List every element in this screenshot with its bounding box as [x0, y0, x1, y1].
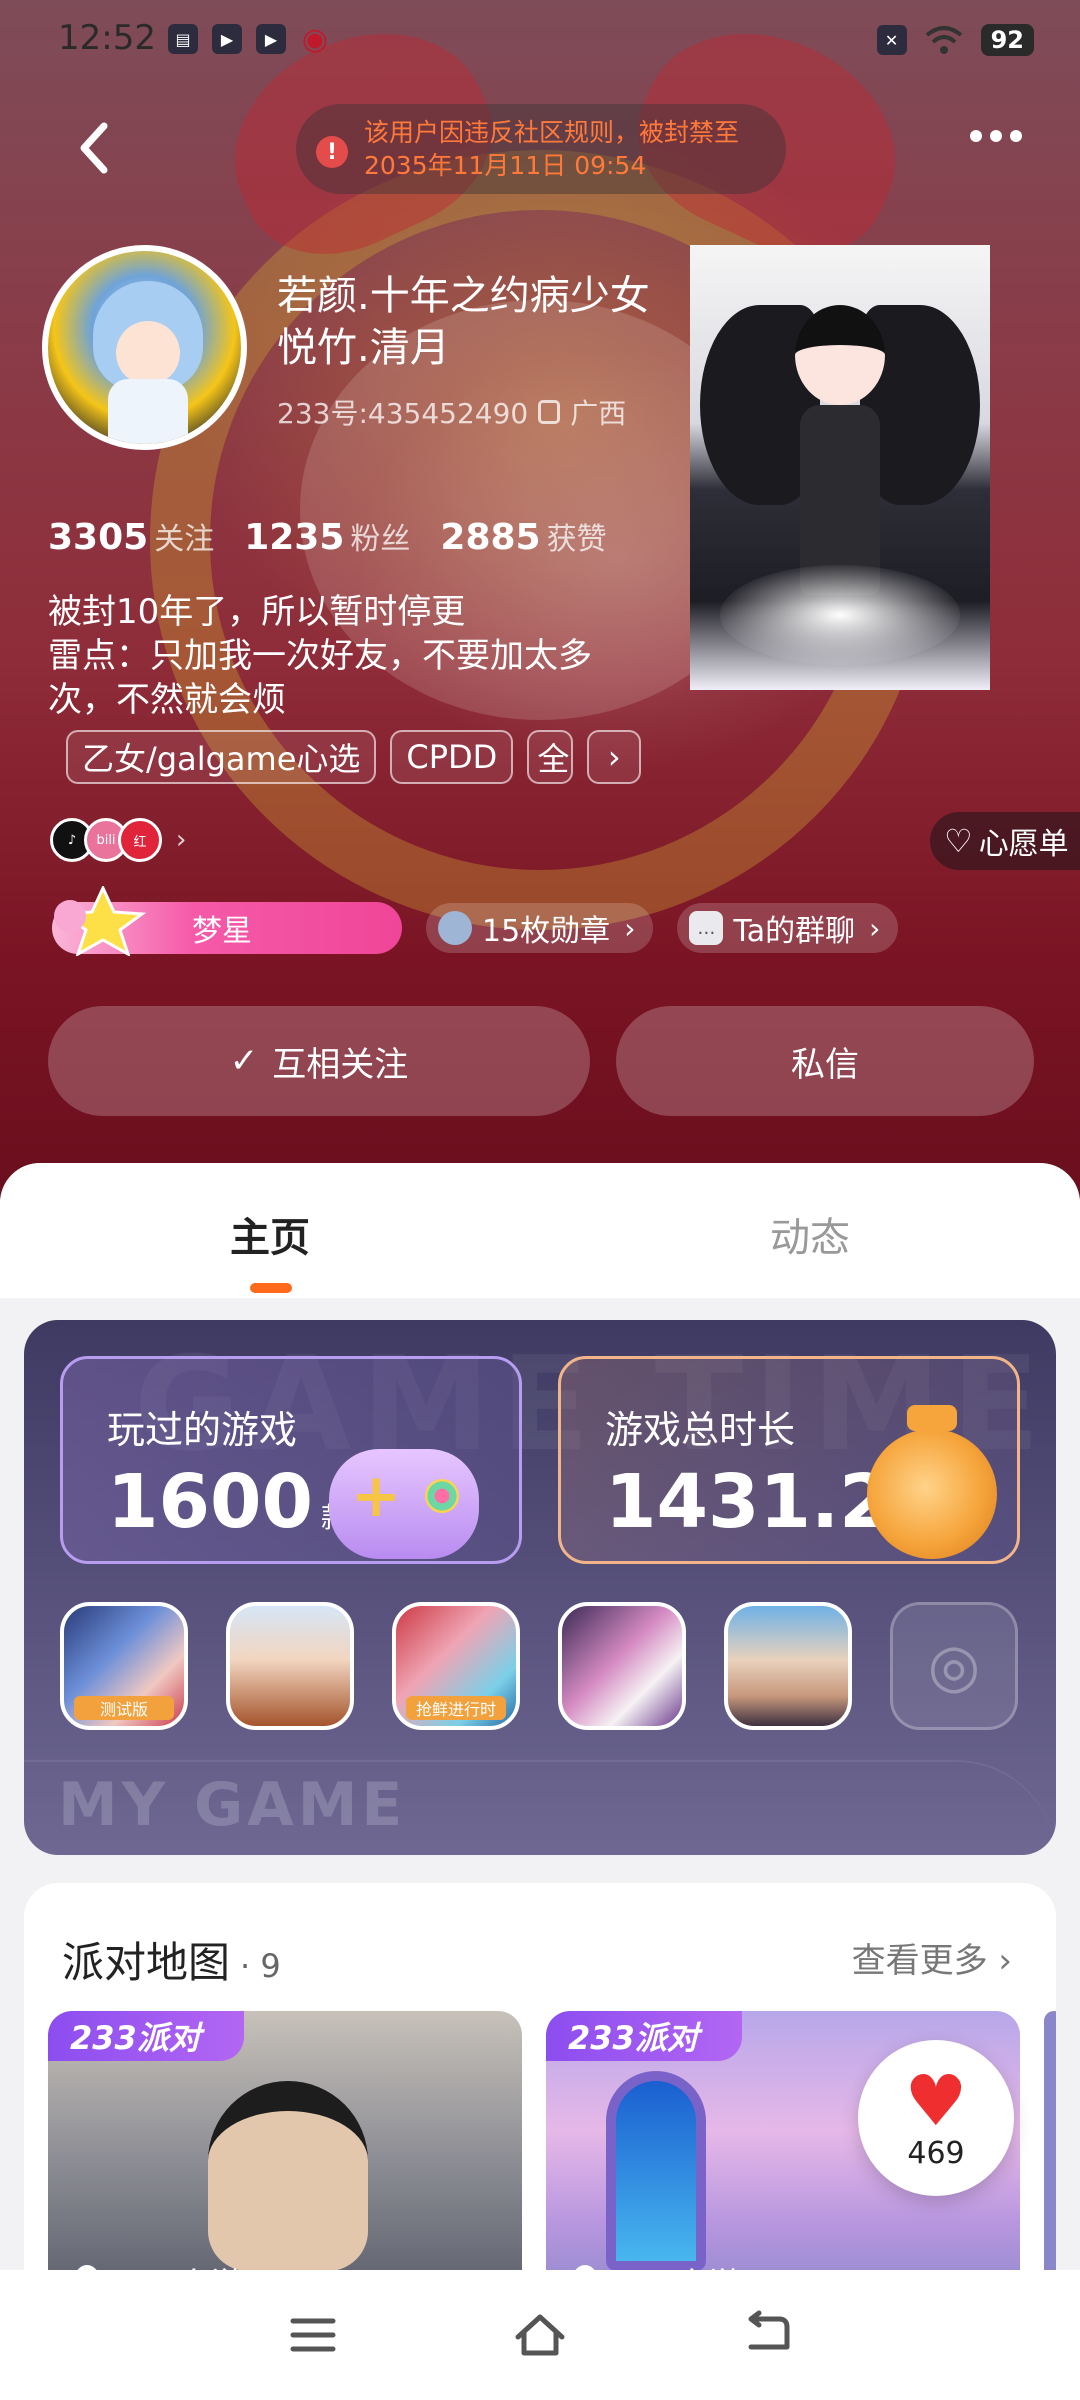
- content-sheet: 主页 动态 GAME TIME 玩过的游戏 1600款 游戏总时长 1431.2…: [0, 1163, 1080, 2400]
- profile-name: 若颜.十年之约病少女悦竹.清月: [277, 273, 650, 371]
- dream-star-badge[interactable]: 梦星: [52, 886, 402, 956]
- copy-icon[interactable]: [538, 400, 561, 424]
- party-badge: 233派对: [546, 2011, 742, 2061]
- heart-icon: ♥: [904, 2059, 968, 2142]
- user-id[interactable]: 233号:435452490 广西: [277, 392, 626, 432]
- weibo-icon: ◉: [301, 21, 329, 57]
- ban-notice: ! 该用户因违反社区规则，被封禁至 2035年11月11日 09:54: [296, 104, 786, 194]
- ban-notice-date: 2035年11月11日 09:54: [364, 151, 647, 180]
- party-map-card[interactable]: 233派对 165人游玩: [48, 2011, 522, 2311]
- chevron-right-icon: ›: [624, 911, 636, 945]
- chevron-right-icon: ›: [869, 911, 881, 945]
- tag-item[interactable]: 全: [527, 730, 574, 784]
- profile-tags: 乙女/galgame心选 CPDD 全 ›: [66, 730, 642, 784]
- medal-icon: [438, 911, 472, 945]
- tab-feed[interactable]: 动态: [540, 1163, 1080, 1298]
- message-button[interactable]: 私信: [616, 1006, 1034, 1116]
- more-options-button[interactable]: [970, 130, 1022, 142]
- profile-bio: 被封10年了，所以暂时停更 雷点：只加我一次好友，不要加太多次，不然就会烦: [48, 592, 592, 720]
- notification-icon: ▤: [168, 24, 198, 54]
- section-count: · 9: [240, 1947, 281, 1985]
- game-icon[interactable]: 抢鲜进行时: [392, 1602, 520, 1730]
- avatar[interactable]: [42, 245, 247, 450]
- ban-notice-text: 该用户因违反社区规则，被封禁至: [364, 118, 740, 147]
- battery-indicator: 92: [980, 24, 1034, 56]
- back-button[interactable]: [70, 118, 120, 178]
- game-icon[interactable]: [558, 1602, 686, 1730]
- follow-button[interactable]: ✓ 互相关注: [48, 1006, 590, 1116]
- gamepad-icon: ◎: [927, 1631, 981, 1701]
- back-nav-icon[interactable]: [739, 2307, 795, 2363]
- chevron-right-icon: ›: [998, 1941, 1012, 1981]
- section-title: 派对地图: [62, 1938, 231, 1987]
- like-button[interactable]: ♥ 469: [858, 2040, 1014, 2196]
- tags-expand-button[interactable]: ›: [587, 730, 642, 784]
- game-icon[interactable]: [226, 1602, 354, 1730]
- gamepad-icon: [329, 1449, 479, 1559]
- tag-item[interactable]: 乙女/galgame心选: [66, 730, 377, 784]
- status-time: 12:52: [58, 18, 156, 58]
- followers-stat[interactable]: 1235 粉丝: [244, 514, 410, 558]
- xiaohongshu-icon: 红: [118, 818, 162, 862]
- check-icon: ✓: [229, 1041, 259, 1081]
- games-played-box[interactable]: 玩过的游戏 1600款: [60, 1356, 522, 1564]
- stopwatch-icon: [867, 1405, 997, 1559]
- sim-icon: ✕: [876, 25, 907, 55]
- user-id-text: 233号:435452490: [277, 397, 529, 430]
- tag-item[interactable]: CPDD: [390, 730, 514, 784]
- tab-indicator: [250, 1283, 292, 1293]
- likes-stat[interactable]: 2885 获赞: [440, 514, 606, 558]
- like-count: 469: [907, 2135, 965, 2171]
- tab-home[interactable]: 主页: [0, 1163, 540, 1298]
- party-map-card[interactable]: [1044, 2011, 1056, 2311]
- social-links[interactable]: ♪ bili 红 ›: [50, 818, 186, 862]
- games-card: GAME TIME 玩过的游戏 1600款 游戏总时长 1431.2小时 测试版…: [24, 1320, 1056, 1855]
- star-icon: [54, 886, 147, 956]
- more-games-button[interactable]: ◎: [890, 1602, 1018, 1730]
- play-time-box[interactable]: 游戏总时长 1431.2小时: [558, 1356, 1020, 1564]
- home-icon[interactable]: [512, 2307, 568, 2363]
- region-text: 广西: [570, 397, 627, 430]
- video-app-icon: ▶: [212, 24, 242, 54]
- chevron-right-icon: ›: [607, 738, 621, 776]
- following-stat[interactable]: 3305 关注: [48, 514, 214, 558]
- menu-icon[interactable]: [285, 2307, 341, 2363]
- wishlist-button[interactable]: ♡ 心愿单: [930, 812, 1080, 870]
- badge-row: 梦星 15枚勋章 › … Ta的群聊 ›: [52, 886, 899, 956]
- game-icon[interactable]: 测试版: [60, 1602, 188, 1730]
- wifi-icon: [925, 26, 962, 54]
- player-app-icon: ▶: [256, 24, 286, 54]
- chevron-left-icon: [80, 122, 108, 174]
- heart-outline-icon: ♡: [944, 822, 973, 860]
- status-bar: 12:52 ▤ ▶ ▶ ◉ ✕ 92: [0, 0, 1080, 80]
- game-icon[interactable]: [724, 1602, 852, 1730]
- group-chat-button[interactable]: … Ta的群聊 ›: [677, 903, 899, 953]
- chat-icon: …: [689, 911, 724, 945]
- see-more-link[interactable]: 查看更多 ›: [852, 1933, 1012, 1982]
- my-game-watermark: MY GAME: [58, 1770, 407, 1840]
- profile-stats: 3305 关注 1235 粉丝 2885 获赞: [48, 514, 607, 558]
- party-badge: 233派对: [48, 2011, 244, 2061]
- tab-bar: 主页 动态: [0, 1163, 1080, 1298]
- system-nav-bar: [0, 2270, 1080, 2400]
- warning-icon: !: [316, 136, 348, 168]
- chevron-right-icon: ›: [176, 825, 187, 855]
- medals-button[interactable]: 15枚勋章 ›: [426, 903, 654, 953]
- recent-games: 测试版 抢鲜进行时 ◎: [60, 1602, 1018, 1730]
- avatar-showcase[interactable]: [690, 245, 990, 690]
- more-dots-icon: [970, 130, 982, 142]
